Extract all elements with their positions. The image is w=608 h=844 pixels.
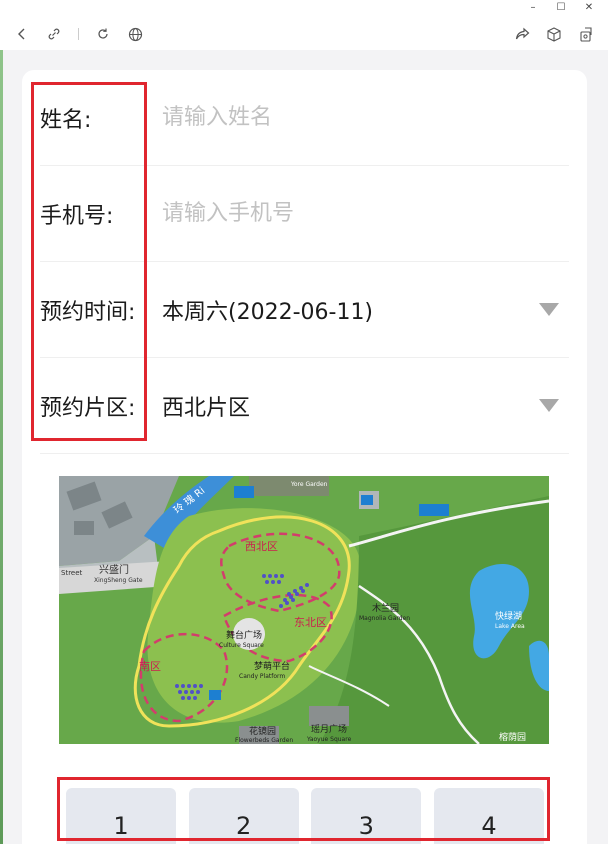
number-button-3[interactable]: 3 <box>311 788 422 844</box>
close-icon[interactable]: ✕ <box>582 2 596 13</box>
phone-input[interactable] <box>162 201 569 226</box>
map-label-gate-en: XingSheng Gate <box>94 577 143 584</box>
number-button-2[interactable]: 2 <box>188 788 299 844</box>
share-icon[interactable] <box>514 26 530 42</box>
back-icon[interactable] <box>14 26 30 42</box>
minimize-icon[interactable]: – <box>526 2 540 13</box>
map-label-street: Street <box>61 569 83 577</box>
service-icon <box>209 690 221 700</box>
zone-select-value[interactable]: 西北片区 <box>162 390 539 422</box>
map-label-bottom1: 花镜园 <box>249 725 276 737</box>
map-label-lake: 快绿湖 <box>495 610 522 622</box>
map-label-magnolia: 木兰园 <box>372 602 399 614</box>
service-icon <box>361 495 373 505</box>
number-button-4[interactable]: 4 <box>433 788 544 844</box>
map-label-stage: 舞台广场 <box>226 629 262 641</box>
map-label-northeast-zone: 东北区 <box>294 616 327 629</box>
cube-icon[interactable] <box>546 26 562 42</box>
link-icon[interactable] <box>46 26 62 42</box>
dropdown-arrow-icon[interactable] <box>539 399 559 412</box>
form-row-time[interactable]: 预约时间: 本周六(2022-06-11) <box>40 262 569 358</box>
number-button-group: 1 2 3 4 <box>66 788 544 844</box>
map-label-bottom1-en: Flowerbeds Garden <box>235 737 293 744</box>
map-label-garden: Yore Garden <box>290 481 328 488</box>
park-map[interactable]: 兴盛门 XingSheng Gate Street 玲 瑰 Ri Yore Ga… <box>59 476 549 744</box>
restroom-icon <box>234 486 254 498</box>
maximize-icon[interactable]: ☐ <box>554 2 568 13</box>
map-label-northwest-zone: 西北区 <box>245 540 278 553</box>
browser-toolbar <box>0 20 608 48</box>
globe-icon[interactable] <box>127 26 143 42</box>
zone-label: 预约片区: <box>40 395 136 421</box>
map-label-gate: 兴盛门 <box>99 563 129 576</box>
left-edge-strip <box>0 50 3 844</box>
form-row-phone: 手机号: <box>40 166 569 262</box>
export-icon[interactable] <box>578 26 594 42</box>
window-controls: – ☐ ✕ <box>508 0 608 14</box>
toolbar-separator <box>78 28 79 40</box>
map-label-platform-en: Candy Platform <box>239 673 285 680</box>
dropdown-arrow-icon[interactable] <box>539 303 559 316</box>
name-input[interactable] <box>162 105 569 130</box>
map-label-platform: 梦萌平台 <box>254 660 290 672</box>
refresh-icon[interactable] <box>95 26 111 42</box>
form-row-name: 姓名: <box>40 70 569 166</box>
map-label-magnolia-en: Magnolia Garden <box>359 615 410 622</box>
time-label: 预约时间: <box>40 299 136 325</box>
map-label-stage-en: Culture Square <box>219 642 264 649</box>
map-label-bottom2: 瑶月广场 <box>311 723 347 735</box>
phone-label: 手机号: <box>40 203 114 229</box>
map-label-lake-en: Lake Area <box>495 623 525 630</box>
map-label-bottom3: 榕荫园 <box>499 731 526 743</box>
name-label: 姓名: <box>40 107 92 133</box>
park-map-graphic: 兴盛门 XingSheng Gate Street 玲 瑰 Ri Yore Ga… <box>59 476 549 744</box>
form-row-zone[interactable]: 预约片区: 西北片区 <box>40 358 569 454</box>
time-select-value[interactable]: 本周六(2022-06-11) <box>162 294 539 326</box>
map-label-south-zone: 南区 <box>139 660 161 673</box>
map-label-bottom2-en: Yaoyue Square <box>306 736 352 743</box>
restroom-icon <box>419 504 449 516</box>
number-button-1[interactable]: 1 <box>66 788 176 844</box>
